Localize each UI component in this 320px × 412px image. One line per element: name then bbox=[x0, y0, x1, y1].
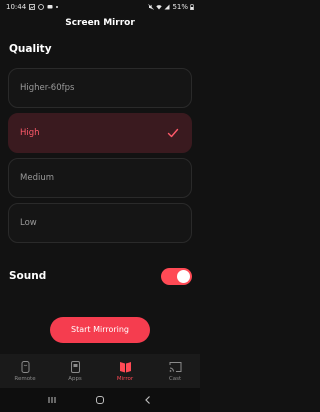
nav-label: Apps bbox=[68, 375, 82, 382]
sound-section-title: Sound bbox=[9, 270, 47, 282]
quality-section-title: Quality bbox=[9, 43, 52, 55]
cast-icon bbox=[169, 361, 181, 372]
quality-option-label: High bbox=[20, 128, 40, 138]
quality-option-high[interactable]: High bbox=[8, 113, 192, 153]
quality-option-medium[interactable]: Medium bbox=[8, 158, 192, 198]
back-icon[interactable] bbox=[143, 395, 153, 405]
dot-icon bbox=[56, 6, 59, 8]
nav-item-cast[interactable]: Cast bbox=[150, 354, 200, 388]
battery-icon bbox=[190, 4, 194, 10]
quality-option-higher-60fps[interactable]: Higher-60fps bbox=[8, 68, 192, 108]
quality-option-label: Low bbox=[20, 218, 37, 228]
quality-option-label: Higher-60fps bbox=[20, 83, 75, 93]
message-icon bbox=[47, 5, 53, 9]
apps-icon bbox=[70, 360, 80, 373]
quality-option-low[interactable]: Low bbox=[8, 203, 192, 243]
signal-icon bbox=[164, 4, 170, 10]
remote-icon bbox=[21, 360, 29, 373]
mirror-icon bbox=[119, 361, 131, 372]
nav-item-apps[interactable]: Apps bbox=[50, 354, 100, 388]
recent-apps-icon[interactable] bbox=[47, 395, 57, 405]
sound-toggle[interactable] bbox=[161, 268, 192, 285]
page-title: Screen Mirror bbox=[65, 18, 135, 28]
nav-label: Cast bbox=[168, 375, 182, 382]
nav-label: Mirror bbox=[116, 375, 134, 382]
nav-item-remote[interactable]: Remote bbox=[0, 354, 50, 388]
battery-percent: 51% bbox=[172, 3, 188, 11]
nav-label: Remote bbox=[14, 375, 36, 382]
checkmark-icon bbox=[167, 128, 179, 138]
toggle-knob bbox=[177, 270, 190, 283]
bottom-nav: Remote Apps Mirror Cast bbox=[0, 354, 200, 388]
quality-option-label: Medium bbox=[20, 173, 54, 183]
system-nav-bar bbox=[0, 388, 200, 412]
start-mirroring-button[interactable]: Start Mirroring bbox=[50, 317, 150, 343]
home-icon[interactable] bbox=[95, 395, 105, 405]
wifi-icon bbox=[156, 5, 163, 10]
nav-item-mirror[interactable]: Mirror bbox=[100, 354, 150, 388]
status-bar: 10:44 51% bbox=[0, 0, 200, 14]
gallery-icon bbox=[29, 4, 36, 10]
whatsapp-icon bbox=[38, 4, 45, 10]
mute-icon bbox=[148, 4, 155, 10]
status-time: 10:44 bbox=[6, 3, 27, 11]
